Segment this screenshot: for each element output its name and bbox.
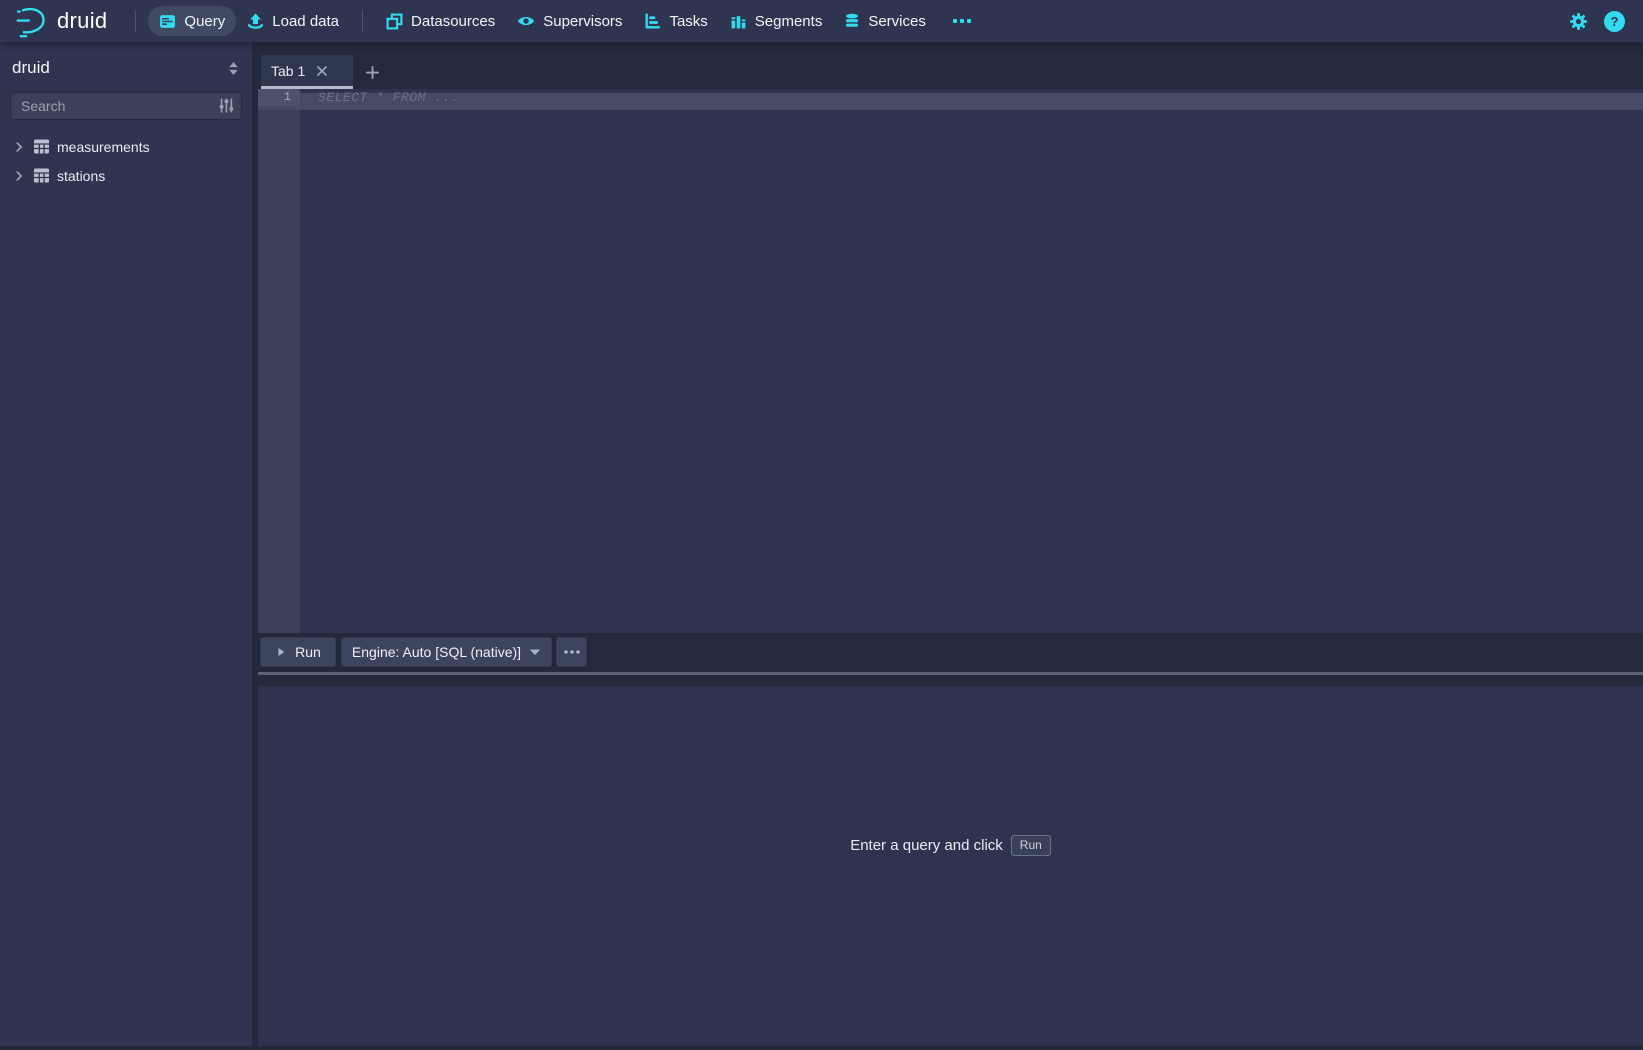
druid-logo[interactable]: druid	[14, 4, 107, 38]
double-caret-vertical-icon	[227, 61, 240, 76]
nav-item-label: Load data	[272, 13, 339, 30]
run-button-label: Run	[295, 644, 321, 660]
sql-editor[interactable]: 1 SELECT * FROM ...	[258, 89, 1643, 633]
brand-wordmark: druid	[57, 8, 107, 34]
engine-select-button[interactable]: Engine: Auto [SQL (native)]	[341, 637, 552, 667]
nav-item-load-data[interactable]: Load data	[236, 6, 350, 36]
sidebar-main-separator	[252, 42, 258, 1050]
filter-sliders-icon[interactable]	[218, 97, 235, 114]
add-tab-button[interactable]	[359, 59, 385, 85]
tree-item-label: stations	[57, 168, 105, 184]
nav-item-supervisors[interactable]: Supervisors	[506, 6, 633, 36]
bottom-edge	[0, 1046, 1643, 1050]
caret-down-icon	[529, 648, 541, 657]
query-view: Tab 1 1 SELECT * FROM ... Run Engine:	[258, 42, 1643, 1050]
table-icon	[33, 168, 50, 183]
close-tab-icon[interactable]	[316, 65, 328, 77]
nav-more-button[interactable]	[945, 6, 981, 36]
query-tab-bar: Tab 1	[258, 42, 1643, 89]
run-toolbar: Run Engine: Auto [SQL (native)]	[258, 633, 1643, 675]
help-button[interactable]: ?	[1604, 11, 1625, 32]
schema-sidebar: druid	[0, 42, 252, 1050]
schema-title: druid	[12, 58, 50, 78]
tree-item-stations[interactable]: stations	[0, 161, 252, 190]
top-navbar: druid Query Load data Datasources	[0, 0, 1643, 42]
results-panel: Enter a query and click Run	[258, 675, 1643, 1050]
nav-item-label: Services	[868, 13, 926, 30]
more-dots-icon	[564, 650, 580, 654]
table-icon	[33, 139, 50, 154]
database-icon	[844, 13, 860, 30]
query-icon	[159, 13, 176, 30]
results-splitter[interactable]	[258, 672, 1643, 675]
nav-item-tasks[interactable]: Tasks	[633, 6, 718, 36]
nav-item-segments[interactable]: Segments	[719, 6, 834, 36]
upload-icon	[247, 13, 264, 30]
chevron-right-icon	[12, 140, 26, 154]
editor-gutter	[258, 89, 300, 633]
play-icon	[275, 646, 287, 658]
search-input[interactable]	[10, 91, 242, 120]
chevron-right-icon	[12, 169, 26, 183]
empty-results-text: Enter a query and click	[850, 837, 1003, 854]
nav-item-label: Tasks	[669, 13, 707, 30]
query-more-button[interactable]	[556, 637, 587, 667]
tab-query-1[interactable]: Tab 1	[261, 55, 353, 89]
nav-item-label: Query	[184, 13, 225, 30]
navbar-divider	[135, 10, 136, 32]
tree-item-label: measurements	[57, 139, 150, 155]
nav-item-label: Datasources	[411, 13, 495, 30]
more-icon	[953, 18, 973, 24]
run-button[interactable]: Run	[260, 637, 336, 667]
tab-label: Tab 1	[271, 63, 305, 79]
nav-item-datasources[interactable]: Datasources	[375, 6, 506, 36]
settings-gear-button[interactable]	[1569, 12, 1588, 31]
line-number: 1	[258, 89, 300, 106]
bar-chart-icon	[730, 13, 747, 30]
druid-logo-icon	[14, 4, 48, 38]
gantt-icon	[644, 13, 661, 30]
navbar-divider	[362, 10, 363, 32]
eye-icon	[517, 12, 535, 30]
editor-active-line	[258, 93, 1643, 110]
schema-selector[interactable]: druid	[12, 58, 240, 78]
nav-item-label: Supervisors	[543, 13, 622, 30]
engine-label: Engine: Auto [SQL (native)]	[352, 644, 521, 660]
nav-item-query[interactable]: Query	[148, 6, 236, 36]
datasource-tree: measurements stations	[0, 132, 252, 190]
empty-results-message: Enter a query and click Run	[258, 835, 1643, 856]
run-key-hint: Run	[1011, 835, 1051, 856]
editor-placeholder: SELECT * FROM ...	[318, 90, 459, 106]
svg-text:?: ?	[1610, 14, 1618, 29]
nav-item-services[interactable]: Services	[833, 6, 937, 36]
nav-item-label: Segments	[755, 13, 823, 30]
tree-item-measurements[interactable]: measurements	[0, 132, 252, 161]
datasources-icon	[386, 13, 403, 30]
